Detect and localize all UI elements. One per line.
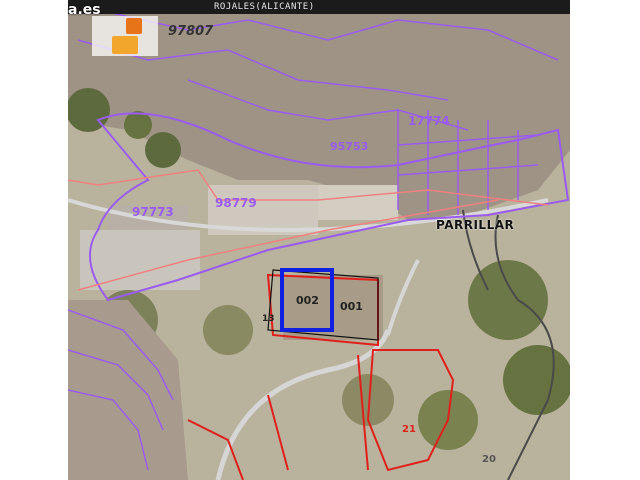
aerial-map[interactable] <box>68 0 570 480</box>
logo-square-orange <box>126 18 142 34</box>
parcel-number-label[interactable]: 002 <box>296 294 319 307</box>
vegetation-patch <box>203 305 253 355</box>
parcel-small-label: 13 <box>262 314 275 324</box>
logo-square-yellow <box>112 36 138 54</box>
cadastral-label: 98779 <box>215 196 257 210</box>
cadastral-label: 97807 <box>168 24 214 39</box>
map-title: ROJALES(ALICANTE) <box>214 2 315 12</box>
cadastral-label: 95753 <box>330 140 369 153</box>
cadastral-label: 20 <box>482 454 496 465</box>
vegetation-patch <box>503 345 570 415</box>
street-label: PARRILLAR <box>436 218 515 232</box>
cadastral-label: 21 <box>402 424 416 435</box>
building-industrial <box>80 230 200 290</box>
site-logo <box>92 16 158 56</box>
title-bar: ROJALES(ALICANTE) <box>68 0 570 14</box>
parcel-number-label[interactable]: 001 <box>340 300 363 313</box>
cadastral-label: 97773 <box>132 205 174 219</box>
vegetation-patch <box>145 132 181 168</box>
building-industrial <box>318 185 398 220</box>
cadastral-label: 17774 <box>408 114 450 128</box>
vegetation-patch <box>124 111 152 139</box>
